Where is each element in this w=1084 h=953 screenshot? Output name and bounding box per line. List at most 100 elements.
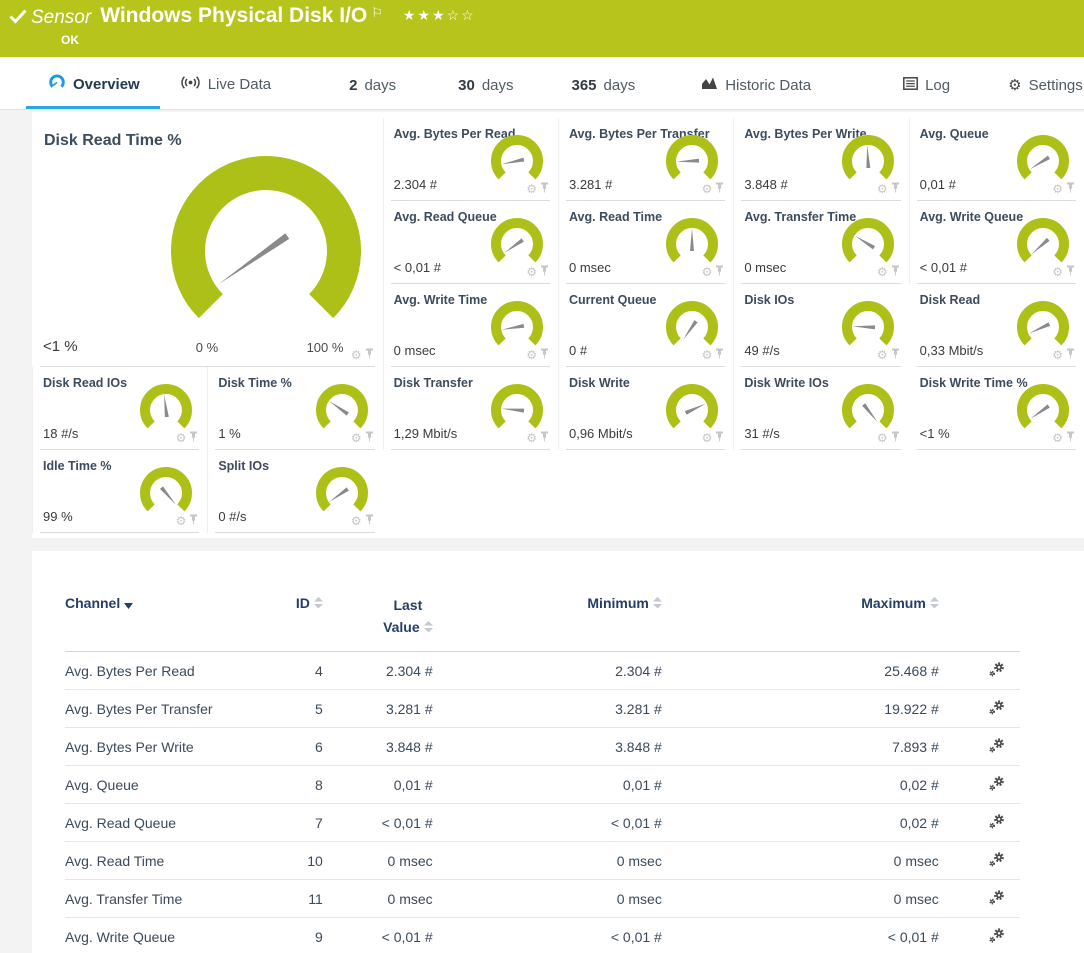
pin-icon[interactable] — [540, 263, 549, 281]
tab-live-data[interactable]: Live Data — [174, 75, 277, 109]
table-row: Avg. Read Time 10 0 msec 0 msec 0 msec — [65, 842, 1020, 880]
pin-icon[interactable] — [715, 346, 724, 364]
gear-icon[interactable]: ⚙ — [877, 432, 888, 444]
gauge-grid: Disk Read Time % 0 % 100 % <1 % ⚙ Avg. B… — [32, 118, 1084, 533]
last-value-cell: 3.281 # — [323, 690, 433, 728]
pin-icon[interactable] — [1066, 180, 1075, 198]
gear-icon[interactable]: ⚙ — [351, 432, 362, 444]
column-header-id[interactable]: ID — [256, 595, 323, 652]
channel-title: Avg. Write Time — [394, 293, 488, 307]
last-value-cell: < 0,01 # — [323, 918, 433, 953]
channel-value: 3.848 # — [744, 177, 787, 192]
tab-label: days — [364, 77, 396, 94]
priority-stars[interactable]: ★★★☆☆ — [403, 7, 476, 24]
channel-gauge-tile: Avg. Transfer Time 0 msec ⚙ — [733, 201, 908, 284]
maximum-cell: 7.893 # — [662, 728, 939, 766]
sort-icon — [930, 596, 939, 612]
gear-icon[interactable]: ⚙ — [526, 349, 537, 361]
gear-icon[interactable]: ⚙ — [702, 183, 713, 195]
gear-icon[interactable]: ⚙ — [877, 266, 888, 278]
tab-30-days[interactable]: 30 days — [452, 77, 519, 109]
pin-icon[interactable] — [715, 263, 724, 281]
gear-icon[interactable]: ⚙ — [526, 183, 537, 195]
channel-value: < 0,01 # — [394, 260, 441, 275]
channel-gauge-tile: Avg. Bytes Per Read 2.304 # ⚙ — [383, 118, 558, 201]
channel-value: 49 #/s — [744, 343, 779, 358]
column-header-minimum[interactable]: Minimum — [433, 595, 662, 652]
gear-icon[interactable]: ⚙ — [1052, 432, 1063, 444]
pin-icon[interactable] — [1066, 429, 1075, 447]
pin-icon[interactable] — [891, 263, 900, 281]
pin-icon[interactable] — [540, 429, 549, 447]
channel-title: Disk Read Time % — [44, 132, 182, 150]
tab-log[interactable]: Log — [897, 77, 956, 109]
minimum-cell: < 0,01 # — [433, 918, 662, 953]
pin-icon[interactable] — [540, 180, 549, 198]
pin-icon[interactable] — [365, 346, 374, 364]
gear-icon[interactable]: ⚙ — [526, 432, 537, 444]
channel-gauge-tile: Idle Time % 99 % ⚙ — [32, 450, 207, 533]
tab-settings[interactable]: ⚙ Settings — [1002, 77, 1084, 109]
maximum-cell: 19.922 # — [662, 690, 939, 728]
channel-title: Avg. Read Time — [569, 210, 662, 224]
pin-icon[interactable] — [189, 512, 198, 530]
tab-label: Log — [925, 77, 950, 94]
channel-value: 0 msec — [394, 343, 436, 358]
channel-settings-icon[interactable] — [988, 661, 1006, 681]
pin-icon[interactable] — [715, 429, 724, 447]
pin-icon[interactable] — [715, 180, 724, 198]
minimum-cell: 0 msec — [433, 842, 662, 880]
gear-icon[interactable]: ⚙ — [877, 349, 888, 361]
tab-2-days[interactable]: 2 days — [343, 77, 402, 109]
gear-icon[interactable]: ⚙ — [351, 515, 362, 527]
channel-value: 0 msec — [569, 260, 611, 275]
channel-settings-icon[interactable] — [988, 889, 1006, 909]
channel-gauge-tile: Disk Read 0,33 Mbit/s ⚙ — [909, 284, 1084, 367]
column-header-maximum[interactable]: Maximum — [662, 595, 939, 652]
channel-settings-icon[interactable] — [988, 813, 1006, 833]
gear-icon[interactable]: ⚙ — [526, 266, 537, 278]
gear-icon[interactable]: ⚙ — [176, 432, 187, 444]
log-icon — [903, 77, 918, 94]
gear-icon[interactable]: ⚙ — [1052, 266, 1063, 278]
minimum-cell: 0,01 # — [433, 766, 662, 804]
pin-icon[interactable] — [891, 346, 900, 364]
tab-historic-data[interactable]: Historic Data — [695, 76, 817, 109]
channel-settings-icon[interactable] — [988, 775, 1006, 795]
pin-icon[interactable] — [1066, 346, 1075, 364]
tab-overview[interactable]: Overview — [42, 74, 146, 109]
gear-icon[interactable]: ⚙ — [702, 349, 713, 361]
gear-icon[interactable]: ⚙ — [1052, 183, 1063, 195]
gear-icon[interactable]: ⚙ — [1052, 349, 1063, 361]
table-row: Avg. Bytes Per Transfer 5 3.281 # 3.281 … — [65, 690, 1020, 728]
gear-icon[interactable]: ⚙ — [702, 432, 713, 444]
pin-icon[interactable] — [365, 429, 374, 447]
sort-icon — [424, 620, 433, 636]
channel-value: 1 % — [218, 426, 240, 441]
channel-name-cell: Avg. Read Time — [65, 842, 256, 880]
pin-icon[interactable] — [365, 512, 374, 530]
last-value-cell: 3.848 # — [323, 728, 433, 766]
channel-settings-icon[interactable] — [988, 851, 1006, 871]
channel-id-cell: 7 — [256, 804, 323, 842]
column-header-channel[interactable]: Channel — [65, 595, 256, 652]
channel-id-cell: 4 — [256, 652, 323, 690]
channel-settings-icon[interactable] — [988, 927, 1006, 947]
channel-settings-icon[interactable] — [988, 699, 1006, 719]
channel-gauge-tile: Split IOs 0 #/s ⚙ — [207, 450, 382, 533]
channel-gauge-tile: Avg. Bytes Per Transfer 3.281 # ⚙ — [558, 118, 733, 201]
column-header-last-value[interactable]: Last Value — [323, 595, 433, 652]
pin-icon[interactable] — [891, 429, 900, 447]
pin-icon[interactable] — [891, 180, 900, 198]
gear-icon[interactable]: ⚙ — [877, 183, 888, 195]
gear-icon[interactable]: ⚙ — [176, 515, 187, 527]
channel-gauge-tile: Avg. Write Queue < 0,01 # ⚙ — [909, 201, 1084, 284]
pin-icon[interactable] — [189, 429, 198, 447]
gear-icon[interactable]: ⚙ — [351, 349, 362, 361]
tab-365-days[interactable]: 365 days — [566, 77, 642, 109]
pin-icon[interactable] — [1066, 263, 1075, 281]
gear-icon[interactable]: ⚙ — [702, 266, 713, 278]
maximum-cell: < 0,01 # — [662, 918, 939, 953]
pin-icon[interactable] — [540, 346, 549, 364]
channel-settings-icon[interactable] — [988, 737, 1006, 757]
